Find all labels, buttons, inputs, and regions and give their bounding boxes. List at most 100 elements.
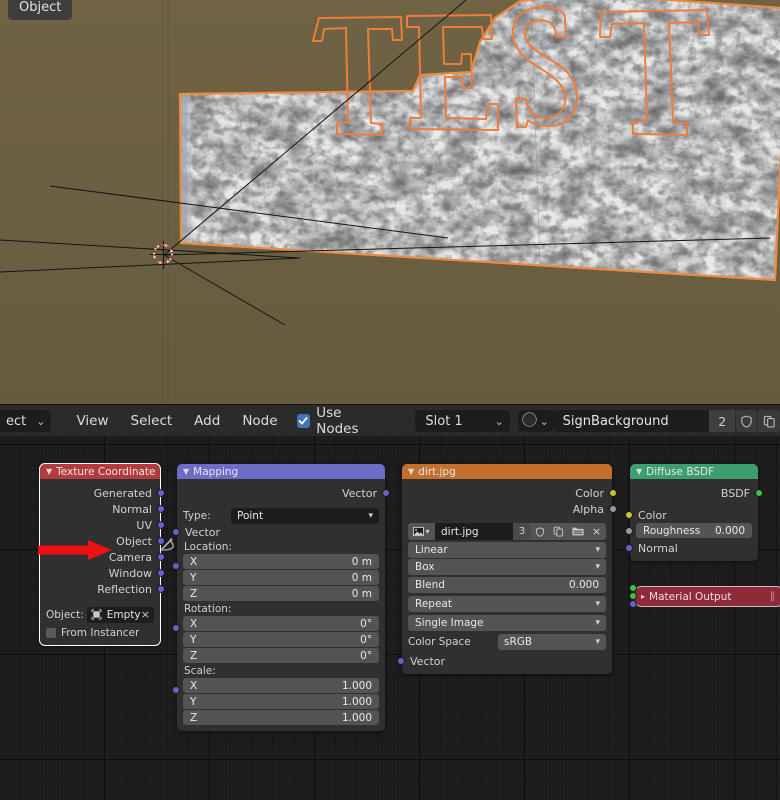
image-browse-button[interactable]: ▾ xyxy=(408,523,435,540)
socket-object[interactable] xyxy=(157,537,165,545)
collapse-triangle-icon[interactable]: ▼ xyxy=(636,467,642,476)
socket-displacement[interactable] xyxy=(629,600,637,608)
input-color[interactable]: Color xyxy=(625,507,758,523)
open-image-folder-icon[interactable] xyxy=(568,523,587,540)
socket-vector-out[interactable] xyxy=(382,489,390,497)
scale-x[interactable]: X 1.000 xyxy=(183,678,379,693)
node-image-texture[interactable]: ▼ dirt.jpg Color Alpha ▾ dirt.jpg 3 × Li… xyxy=(397,464,617,674)
material-browse-button[interactable]: ⌄ xyxy=(517,410,554,432)
image-datablock-row[interactable]: ▾ dirt.jpg 3 × xyxy=(408,523,606,540)
from-instancer-checkbox[interactable] xyxy=(46,627,56,638)
chevron-down-icon[interactable]: ▾ xyxy=(595,545,600,555)
socket-generated[interactable] xyxy=(157,489,165,497)
type-row[interactable]: Type: Point ▾ xyxy=(177,507,385,524)
socket-camera[interactable] xyxy=(157,553,165,561)
sign-object[interactable] xyxy=(161,0,780,396)
node-material-output[interactable]: ▸ Material Output ‖ xyxy=(629,584,780,608)
socket-normal[interactable] xyxy=(157,505,165,513)
image-name-field[interactable]: dirt.jpg xyxy=(435,523,513,540)
collapse-triangle-icon[interactable]: ▼ xyxy=(46,467,52,476)
scale-y[interactable]: Y 1.000 xyxy=(183,694,379,709)
scale-z[interactable]: Z 1.000 xyxy=(183,710,379,725)
node-header-image-texture[interactable]: ▼ dirt.jpg xyxy=(402,464,612,479)
output-bsdf[interactable]: BSDF xyxy=(630,485,763,501)
source-dropdown[interactable]: Single Image ▾ xyxy=(408,615,606,631)
node-mapping[interactable]: ▼ Mapping Vector Type: Point ▾ Vector Lo… xyxy=(172,464,390,731)
node-diffuse-bsdf[interactable]: ▼ Diffuse BSDF BSDF Color Roughness 0.00… xyxy=(625,464,763,561)
new-material-copy-icon[interactable] xyxy=(758,410,780,432)
expand-triangle-icon[interactable]: ▸ xyxy=(641,592,645,601)
new-image-copy-icon[interactable] xyxy=(549,523,568,540)
socket-reflection[interactable] xyxy=(157,585,165,593)
chevron-down-icon[interactable]: ▾ xyxy=(595,637,600,647)
color-space-row[interactable]: Color Space sRGB ▾ xyxy=(402,633,612,651)
socket-surface[interactable] xyxy=(629,584,637,592)
clear-object-icon[interactable]: × xyxy=(141,608,150,621)
output-object[interactable]: Object xyxy=(40,533,165,549)
menu-select[interactable]: Select xyxy=(120,410,184,432)
output-color[interactable]: Color xyxy=(402,485,617,501)
socket-location[interactable] xyxy=(172,562,180,570)
3d-viewport[interactable]: Object xyxy=(0,0,780,404)
extension-dropdown[interactable]: Repeat ▾ xyxy=(408,596,606,612)
roughness-slider[interactable]: Roughness 0.000 xyxy=(636,523,752,538)
location-x[interactable]: X0 m xyxy=(183,554,379,569)
chevron-down-icon[interactable]: ▾ xyxy=(425,527,429,536)
rotation-z[interactable]: Z 0° xyxy=(183,648,379,663)
socket-roughness-in[interactable] xyxy=(625,527,633,535)
output-alpha[interactable]: Alpha xyxy=(402,501,617,517)
interpolation-dropdown[interactable]: Linear ▾ xyxy=(408,542,606,558)
use-nodes-toggle[interactable]: Use Nodes xyxy=(296,405,387,437)
output-normal[interactable]: Normal xyxy=(40,501,165,517)
socket-color-in[interactable] xyxy=(625,511,633,519)
fake-user-shield-icon[interactable] xyxy=(531,523,549,540)
output-vector[interactable]: Vector xyxy=(177,485,390,501)
output-camera[interactable]: Camera xyxy=(40,549,165,565)
node-options-icon[interactable]: ‖ xyxy=(770,591,776,602)
output-uv[interactable]: UV xyxy=(40,517,165,533)
material-slot-dropdown[interactable]: Slot 1 ⌄ xyxy=(415,410,510,432)
rotation-y[interactable]: Y 0° xyxy=(183,632,379,647)
projection-dropdown[interactable]: Box ▾ xyxy=(408,559,606,575)
input-vector[interactable]: Vector xyxy=(397,653,612,669)
socket-bsdf-out[interactable] xyxy=(755,489,763,497)
chevron-down-icon[interactable]: ▾ xyxy=(595,618,600,628)
output-generated[interactable]: Generated xyxy=(40,485,165,501)
menu-view[interactable]: View xyxy=(65,410,119,432)
collapse-triangle-icon[interactable]: ▼ xyxy=(183,467,189,476)
output-reflection[interactable]: Reflection xyxy=(40,581,165,597)
socket-rotation[interactable] xyxy=(172,624,180,632)
socket-uv[interactable] xyxy=(157,521,165,529)
chevron-down-icon[interactable]: ▾ xyxy=(595,599,600,609)
material-name-field[interactable]: SignBackground xyxy=(553,410,710,432)
socket-vector-in[interactable] xyxy=(397,657,405,665)
socket-normal-in[interactable] xyxy=(625,544,633,552)
chevron-down-icon[interactable]: ▾ xyxy=(368,511,373,521)
socket-alpha-out[interactable] xyxy=(609,505,617,513)
rotation-x[interactable]: X 0° xyxy=(183,616,379,631)
menu-add[interactable]: Add xyxy=(183,410,231,432)
object-field-row[interactable]: Object: Empty × xyxy=(40,606,160,623)
from-instancer-row[interactable]: From Instancer xyxy=(40,623,160,640)
node-header-mapping[interactable]: ▼ Mapping xyxy=(177,464,385,479)
unlink-image-close-icon[interactable]: × xyxy=(587,523,606,540)
location-y[interactable]: Y0 m xyxy=(183,570,379,585)
socket-window[interactable] xyxy=(157,569,165,577)
fake-user-shield-icon[interactable] xyxy=(735,410,758,432)
input-normal[interactable]: Normal xyxy=(625,540,758,556)
input-vector[interactable]: Vector xyxy=(172,524,385,540)
chevron-down-icon[interactable]: ▾ xyxy=(595,562,600,572)
image-users-count[interactable]: 3 xyxy=(513,523,531,540)
node-header-texture-coordinate[interactable]: ▼ Texture Coordinate xyxy=(40,464,160,479)
socket-volume[interactable] xyxy=(629,592,637,600)
node-editor-canvas[interactable]: ▼ Texture Coordinate Generated Normal UV… xyxy=(0,436,780,800)
menu-node[interactable]: Node xyxy=(231,410,288,432)
socket-vector-in[interactable] xyxy=(172,528,180,536)
output-window[interactable]: Window xyxy=(40,565,165,581)
material-users-count[interactable]: 2 xyxy=(709,410,735,432)
location-z[interactable]: Z0 m xyxy=(183,586,379,601)
socket-color-out[interactable] xyxy=(609,489,617,497)
blend-slider[interactable]: Blend 0.000 xyxy=(408,577,606,593)
socket-scale[interactable] xyxy=(172,686,180,694)
collapse-triangle-icon[interactable]: ▼ xyxy=(408,467,414,476)
